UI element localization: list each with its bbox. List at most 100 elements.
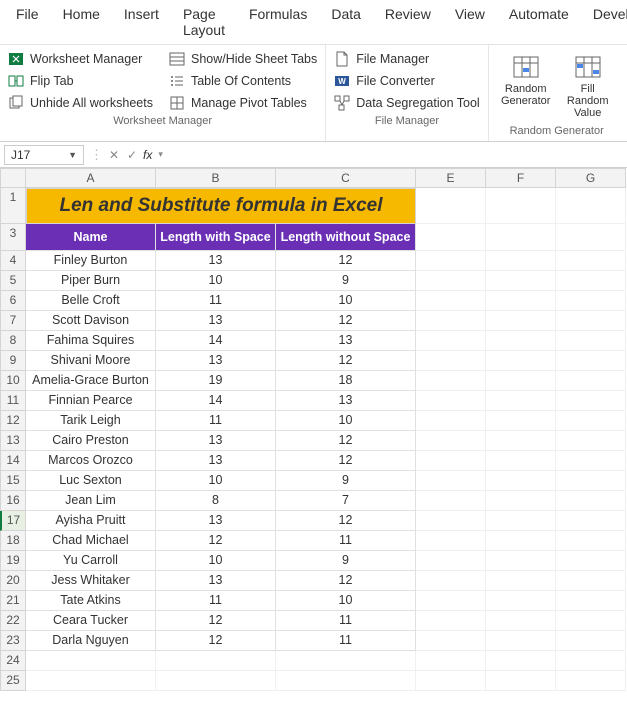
cell[interactable]: [556, 471, 626, 491]
random-generator-button[interactable]: Random Generator: [497, 51, 555, 121]
cell[interactable]: [556, 631, 626, 651]
cell[interactable]: [416, 531, 486, 551]
cell[interactable]: [416, 671, 486, 691]
formula-input[interactable]: [167, 145, 627, 165]
cell-name[interactable]: Tate Atkins: [26, 591, 156, 611]
cell[interactable]: [556, 671, 626, 691]
cell[interactable]: [486, 291, 556, 311]
column-header[interactable]: B: [156, 168, 276, 188]
cell-length-with-space[interactable]: 13: [156, 431, 276, 451]
row-header[interactable]: 16: [0, 491, 26, 511]
title-cell[interactable]: Len and Substitute formula in Excel: [26, 188, 416, 224]
cell[interactable]: [486, 271, 556, 291]
worksheet-manager-button[interactable]: Worksheet Manager: [8, 51, 153, 67]
cell[interactable]: [486, 531, 556, 551]
row-header[interactable]: 22: [0, 611, 26, 631]
cell-name[interactable]: Jess Whitaker: [26, 571, 156, 591]
cell-length-with-space[interactable]: 13: [156, 571, 276, 591]
cell-length-with-space[interactable]: 12: [156, 631, 276, 651]
cell-name[interactable]: Jean Lim: [26, 491, 156, 511]
cell[interactable]: [556, 491, 626, 511]
cell[interactable]: [486, 511, 556, 531]
enter-formula-button[interactable]: ✓: [123, 148, 141, 162]
cell[interactable]: [486, 611, 556, 631]
column-header[interactable]: F: [486, 168, 556, 188]
cell-length-with-space[interactable]: 19: [156, 371, 276, 391]
table-header-cell[interactable]: Length without Space: [276, 224, 416, 251]
cell-name[interactable]: Finley Burton: [26, 251, 156, 271]
cell[interactable]: [486, 371, 556, 391]
unhide-worksheets-button[interactable]: Unhide All worksheets: [8, 95, 153, 111]
cell-name[interactable]: Fahima Squires: [26, 331, 156, 351]
cell-length-with-space[interactable]: 11: [156, 591, 276, 611]
cell[interactable]: [416, 491, 486, 511]
cell[interactable]: [486, 571, 556, 591]
cell[interactable]: [486, 651, 556, 671]
cell-length-with-space[interactable]: 12: [156, 611, 276, 631]
column-header[interactable]: E: [416, 168, 486, 188]
cell-length-with-space[interactable]: 8: [156, 491, 276, 511]
cell-length-without-space[interactable]: 11: [276, 631, 416, 651]
menu-automate[interactable]: Automate: [497, 0, 581, 44]
cell-length-with-space[interactable]: 13: [156, 451, 276, 471]
row-header[interactable]: 10: [0, 371, 26, 391]
table-of-contents-button[interactable]: Table Of Contents: [169, 73, 317, 89]
cell[interactable]: [486, 431, 556, 451]
cell[interactable]: [276, 651, 416, 671]
cell-name[interactable]: Ayisha Pruitt: [26, 511, 156, 531]
cell[interactable]: [556, 224, 626, 251]
flip-tab-button[interactable]: Flip Tab: [8, 73, 153, 89]
cell-length-without-space[interactable]: 12: [276, 431, 416, 451]
row-header[interactable]: 15: [0, 471, 26, 491]
cell[interactable]: [486, 224, 556, 251]
table-header-cell[interactable]: Name: [26, 224, 156, 251]
cell-length-with-space[interactable]: 13: [156, 251, 276, 271]
cell[interactable]: [416, 451, 486, 471]
row-header[interactable]: 11: [0, 391, 26, 411]
cell[interactable]: [416, 511, 486, 531]
cell-name[interactable]: Ceara Tucker: [26, 611, 156, 631]
cell-name[interactable]: Shivani Moore: [26, 351, 156, 371]
cell[interactable]: [416, 351, 486, 371]
menu-file[interactable]: File: [4, 0, 51, 44]
row-header[interactable]: 5: [0, 271, 26, 291]
fx-icon[interactable]: fx: [141, 148, 154, 162]
cell-name[interactable]: Luc Sexton: [26, 471, 156, 491]
row-header[interactable]: 23: [0, 631, 26, 651]
cell-length-without-space[interactable]: 11: [276, 611, 416, 631]
cell[interactable]: [416, 591, 486, 611]
row-header[interactable]: 20: [0, 571, 26, 591]
cell-length-with-space[interactable]: 12: [156, 531, 276, 551]
cell-name[interactable]: Finnian Pearce: [26, 391, 156, 411]
cell[interactable]: [486, 631, 556, 651]
cell[interactable]: [416, 271, 486, 291]
cell[interactable]: [486, 331, 556, 351]
cell[interactable]: [486, 188, 556, 224]
show-hide-sheet-tabs-button[interactable]: Show/Hide Sheet Tabs: [169, 51, 317, 67]
cell[interactable]: [556, 431, 626, 451]
column-header[interactable]: G: [556, 168, 626, 188]
cell[interactable]: [556, 531, 626, 551]
cell-length-without-space[interactable]: 12: [276, 511, 416, 531]
cell[interactable]: [416, 551, 486, 571]
row-header[interactable]: 1: [0, 188, 26, 224]
cell-length-with-space[interactable]: 14: [156, 391, 276, 411]
file-converter-button[interactable]: W File Converter: [334, 73, 479, 89]
cell[interactable]: [26, 651, 156, 671]
cell[interactable]: [416, 471, 486, 491]
row-header[interactable]: 6: [0, 291, 26, 311]
cell[interactable]: [416, 291, 486, 311]
cell[interactable]: [276, 671, 416, 691]
manage-pivot-tables-button[interactable]: Manage Pivot Tables: [169, 95, 317, 111]
cell[interactable]: [556, 311, 626, 331]
cell-name[interactable]: Chad Michael: [26, 531, 156, 551]
cell[interactable]: [486, 551, 556, 571]
cell[interactable]: [556, 651, 626, 671]
cell[interactable]: [556, 591, 626, 611]
cell[interactable]: [486, 391, 556, 411]
cell[interactable]: [416, 371, 486, 391]
name-box[interactable]: J17 ▼: [4, 145, 84, 165]
row-header[interactable]: 21: [0, 591, 26, 611]
cell-name[interactable]: Tarik Leigh: [26, 411, 156, 431]
cell-length-without-space[interactable]: 12: [276, 571, 416, 591]
